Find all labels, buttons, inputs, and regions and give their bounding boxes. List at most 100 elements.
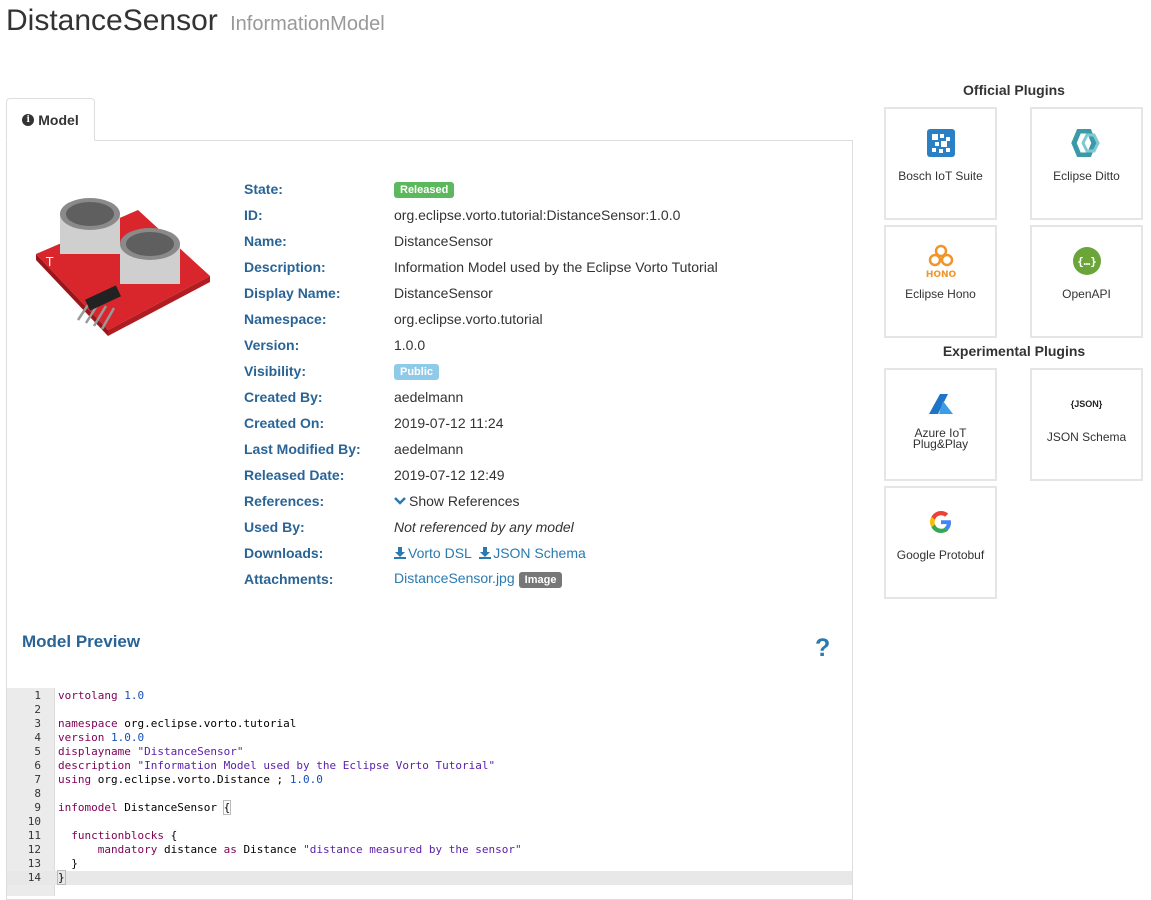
line-number: 1	[34, 689, 41, 702]
download-vorto-dsl-label: Vorto DSL	[408, 545, 472, 561]
line-number: 4	[34, 731, 41, 744]
line-number: 6	[34, 759, 41, 772]
code-line: 2	[7, 703, 852, 717]
detail-value: aedelmann	[394, 389, 464, 405]
code-text: namespace org.eclipse.vorto.tutorial	[58, 717, 297, 730]
detail-row-namespace: Namespace: org.eclipse.vorto.tutorial	[244, 306, 844, 332]
line-number: 11	[27, 829, 41, 842]
plugin-json-schema[interactable]: {JSON} JSON Schema	[1030, 368, 1143, 481]
detail-value: aedelmann	[394, 441, 464, 457]
line-number: 3	[34, 717, 41, 730]
line-number: 7	[34, 773, 41, 786]
detail-label: References:	[244, 493, 325, 509]
plugin-name: Eclipse Ditto	[1053, 169, 1120, 183]
line-number: 10	[27, 815, 41, 828]
detail-label: State:	[244, 181, 283, 197]
model-preview-title: Model Preview	[22, 632, 141, 651]
detail-label: Used By:	[244, 519, 305, 535]
detail-row-attachments: Attachments: DistanceSensor.jpg Image	[244, 566, 844, 592]
download-json-schema-label: JSON Schema	[493, 545, 586, 561]
image-badge: Image	[518, 572, 563, 588]
plugin-bosch-iot-suite[interactable]: Bosch IoT Suite	[884, 107, 997, 220]
code-line: 3 namespace org.eclipse.vorto.tutorial	[7, 717, 852, 731]
detail-row-description: Description: Information Model used by t…	[244, 254, 844, 280]
azure-icon	[928, 394, 953, 414]
detail-row-references: References: Show References	[244, 488, 844, 514]
model-type-subtitle: InformationModel	[230, 13, 385, 35]
plugin-name: Azure IoT Plug&Play	[912, 426, 969, 451]
detail-value: 2019-07-12 12:49	[394, 467, 505, 483]
distance-sensor-image[interactable]: T R	[28, 192, 218, 342]
line-number: 13	[27, 857, 41, 870]
line-number: 14	[27, 871, 41, 884]
plugin-azure-iot-plug-and-play[interactable]: Azure IoT Plug&Play	[884, 368, 997, 481]
download-vorto-dsl-link[interactable]: Vorto DSL	[394, 545, 475, 561]
detail-label: Created On:	[244, 415, 325, 431]
plugin-name: JSON Schema	[1046, 430, 1127, 444]
detail-value: DistanceSensor	[394, 285, 493, 301]
detail-label: Downloads:	[244, 545, 324, 561]
line-number: 8	[34, 787, 41, 800]
detail-label: Display Name:	[244, 285, 341, 301]
plugin-name: OpenAPI	[1062, 287, 1111, 301]
code-line: 14}	[7, 870, 852, 885]
official-plugins-title: Official Plugins	[963, 82, 1065, 98]
detail-value: Information Model used by the Eclipse Vo…	[394, 259, 718, 275]
plugin-eclipse-hono[interactable]: HONO Eclipse Hono	[884, 225, 997, 338]
help-icon[interactable]: ?	[815, 634, 830, 663]
plugin-name: Bosch IoT Suite	[898, 169, 983, 183]
code-text: displayname "DistanceSensor"	[58, 745, 244, 758]
detail-row-version: Version: 1.0.0	[244, 332, 844, 358]
hono-icon-text: HONO	[925, 270, 956, 279]
code-line: 7 using org.eclipse.vorto.Distance ; 1.0.…	[7, 773, 852, 787]
plugin-name: Google Protobuf	[896, 548, 985, 562]
code-text: }	[58, 857, 78, 870]
download-icon	[394, 547, 406, 559]
code-text: mandatory distance as Distance "distance…	[97, 843, 522, 856]
detail-label: Visibility:	[244, 363, 306, 379]
tab-model[interactable]: i Model	[6, 98, 95, 141]
eclipse-hono-icon: HONO	[925, 244, 956, 279]
plugin-name: Eclipse Hono	[905, 287, 976, 301]
show-references-label: Show References	[409, 493, 520, 509]
line-number: 5	[34, 745, 41, 758]
detail-row-visibility: Visibility: Public	[244, 358, 844, 384]
line-number: 2	[34, 703, 41, 716]
detail-label: Attachments:	[244, 571, 334, 587]
detail-label: ID:	[244, 207, 263, 223]
detail-value: Not referenced by any model	[394, 519, 574, 535]
json-icon: {JSON}	[1070, 399, 1103, 409]
detail-row-used-by: Used By: Not referenced by any model	[244, 514, 844, 540]
code-line: 8	[7, 787, 852, 801]
line-number: 12	[27, 843, 41, 856]
line-number: 9	[34, 801, 41, 814]
experimental-plugins-title: Experimental Plugins	[942, 343, 1086, 359]
code-line: 10	[7, 815, 852, 829]
detail-row-created-on: Created On: 2019-07-12 11:24	[244, 410, 844, 436]
plugin-eclipse-ditto[interactable]: Eclipse Ditto	[1030, 107, 1143, 220]
detail-label: Version:	[244, 337, 300, 353]
detail-row-state: State: Released	[244, 176, 844, 202]
eclipse-ditto-icon	[1070, 129, 1100, 157]
plugin-google-protobuf[interactable]: Google Protobuf	[884, 486, 997, 599]
detail-label: Name:	[244, 233, 287, 249]
detail-value: org.eclipse.vorto.tutorial:DistanceSenso…	[394, 207, 681, 223]
code-editor[interactable]: 1 vortolang 1.0 2 3 namespace org.eclipse.vo…	[7, 688, 852, 896]
show-references-link[interactable]: Show References	[394, 493, 520, 509]
detail-label: Description:	[244, 259, 326, 275]
detail-value: 2019-07-12 11:24	[394, 415, 504, 431]
code-line: 12 mandatory distance as Distance "dista…	[7, 843, 852, 857]
code-line: 5 displayname "DistanceSensor"	[7, 745, 852, 759]
detail-value: org.eclipse.vorto.tutorial	[394, 311, 543, 327]
info-circle-icon: i	[22, 113, 35, 126]
detail-row-last-modified-by: Last Modified By: aedelmann	[244, 436, 844, 462]
download-json-schema-link[interactable]: JSON Schema	[479, 545, 586, 561]
attachment-file-link[interactable]: DistanceSensor.jpg	[394, 570, 515, 586]
code-text: infomodel DistanceSensor {	[58, 800, 232, 815]
model-name-heading: DistanceSensor	[6, 4, 218, 37]
detail-row-id: ID: org.eclipse.vorto.tutorial:DistanceS…	[244, 202, 844, 228]
detail-label: Last Modified By:	[244, 441, 361, 457]
plugin-openapi[interactable]: {…} OpenAPI	[1030, 225, 1143, 338]
detail-row-name: Name: DistanceSensor	[244, 228, 844, 254]
detail-row-downloads: Downloads: Vorto DSL JSON Schema	[244, 540, 844, 566]
